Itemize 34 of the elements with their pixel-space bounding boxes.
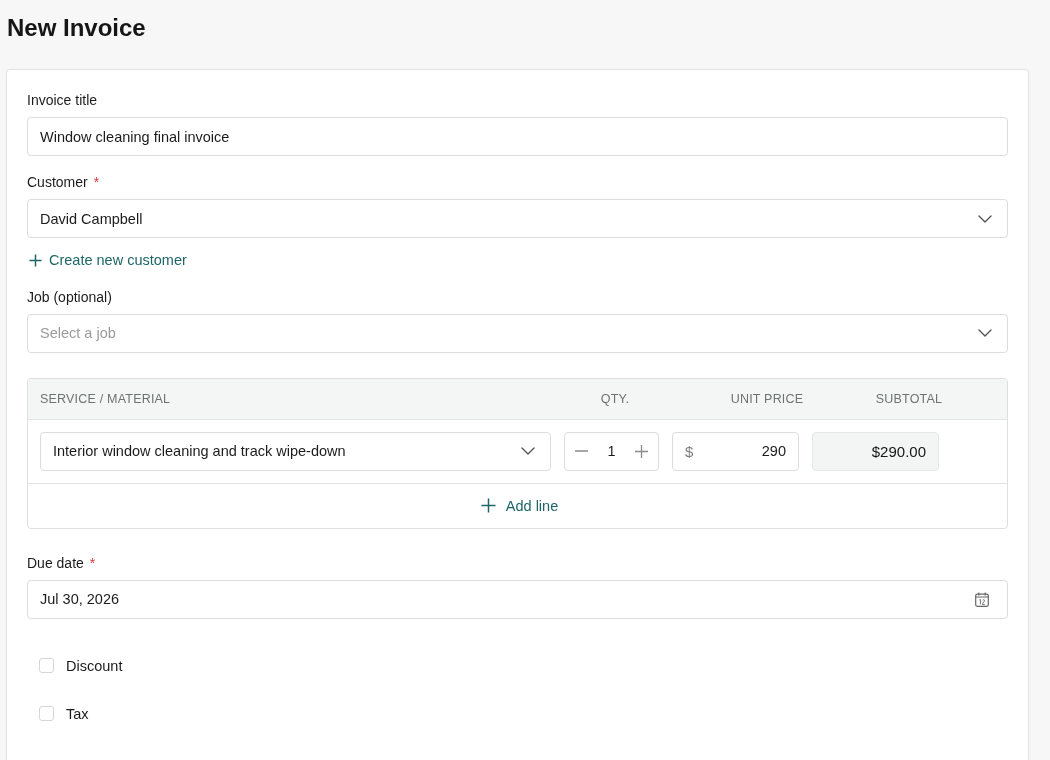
field-label: Invoice title bbox=[27, 91, 98, 109]
field-label: Customer bbox=[27, 173, 88, 191]
text-input-field[interactable]: Window cleaning final invoice bbox=[27, 117, 1008, 156]
chevron-down-icon bbox=[978, 214, 992, 223]
column-header: QTY. bbox=[599, 391, 631, 406]
chevron-down-icon bbox=[978, 329, 992, 337]
field-label: Job (optional) bbox=[27, 287, 112, 306]
calendar-icon bbox=[975, 591, 989, 607]
field-label: Due date bbox=[27, 553, 84, 572]
increase-button[interactable] bbox=[635, 444, 649, 458]
chevron-down-icon bbox=[521, 447, 535, 455]
add-line-button[interactable]: Add line bbox=[478, 496, 559, 515]
plus-icon bbox=[635, 444, 649, 458]
column-header: SUBTOTAL bbox=[874, 391, 944, 406]
checkbox-label: Tax bbox=[66, 705, 89, 722]
select-field[interactable]: David Campbell bbox=[27, 199, 1008, 238]
checkbox[interactable] bbox=[39, 658, 54, 673]
service-select-field[interactable]: Interior window cleaning and track wipe-down bbox=[40, 431, 551, 471]
create-customer-link[interactable]: Create new customer bbox=[27, 251, 187, 269]
plus-icon bbox=[480, 498, 496, 513]
column-header: UNIT PRICE bbox=[729, 391, 805, 406]
page-title: New Invoice bbox=[6, 13, 147, 43]
checkbox-label: Discount bbox=[66, 657, 123, 674]
minus-icon bbox=[574, 450, 588, 452]
currency-label: $ bbox=[685, 442, 694, 460]
checkbox[interactable] bbox=[39, 706, 54, 721]
unit-price-field[interactable]: $ 290 bbox=[672, 431, 799, 471]
plus-icon bbox=[29, 253, 42, 267]
column-header: SERVICE / MATERIAL bbox=[40, 391, 172, 406]
date-field[interactable]: Jul 30, 2026 bbox=[27, 579, 1008, 619]
required-mark: * bbox=[89, 553, 96, 572]
quantity-value[interactable]: 1 bbox=[607, 443, 616, 459]
subtotal-field: $290.00 bbox=[812, 431, 939, 471]
required-mark: * bbox=[93, 173, 100, 191]
